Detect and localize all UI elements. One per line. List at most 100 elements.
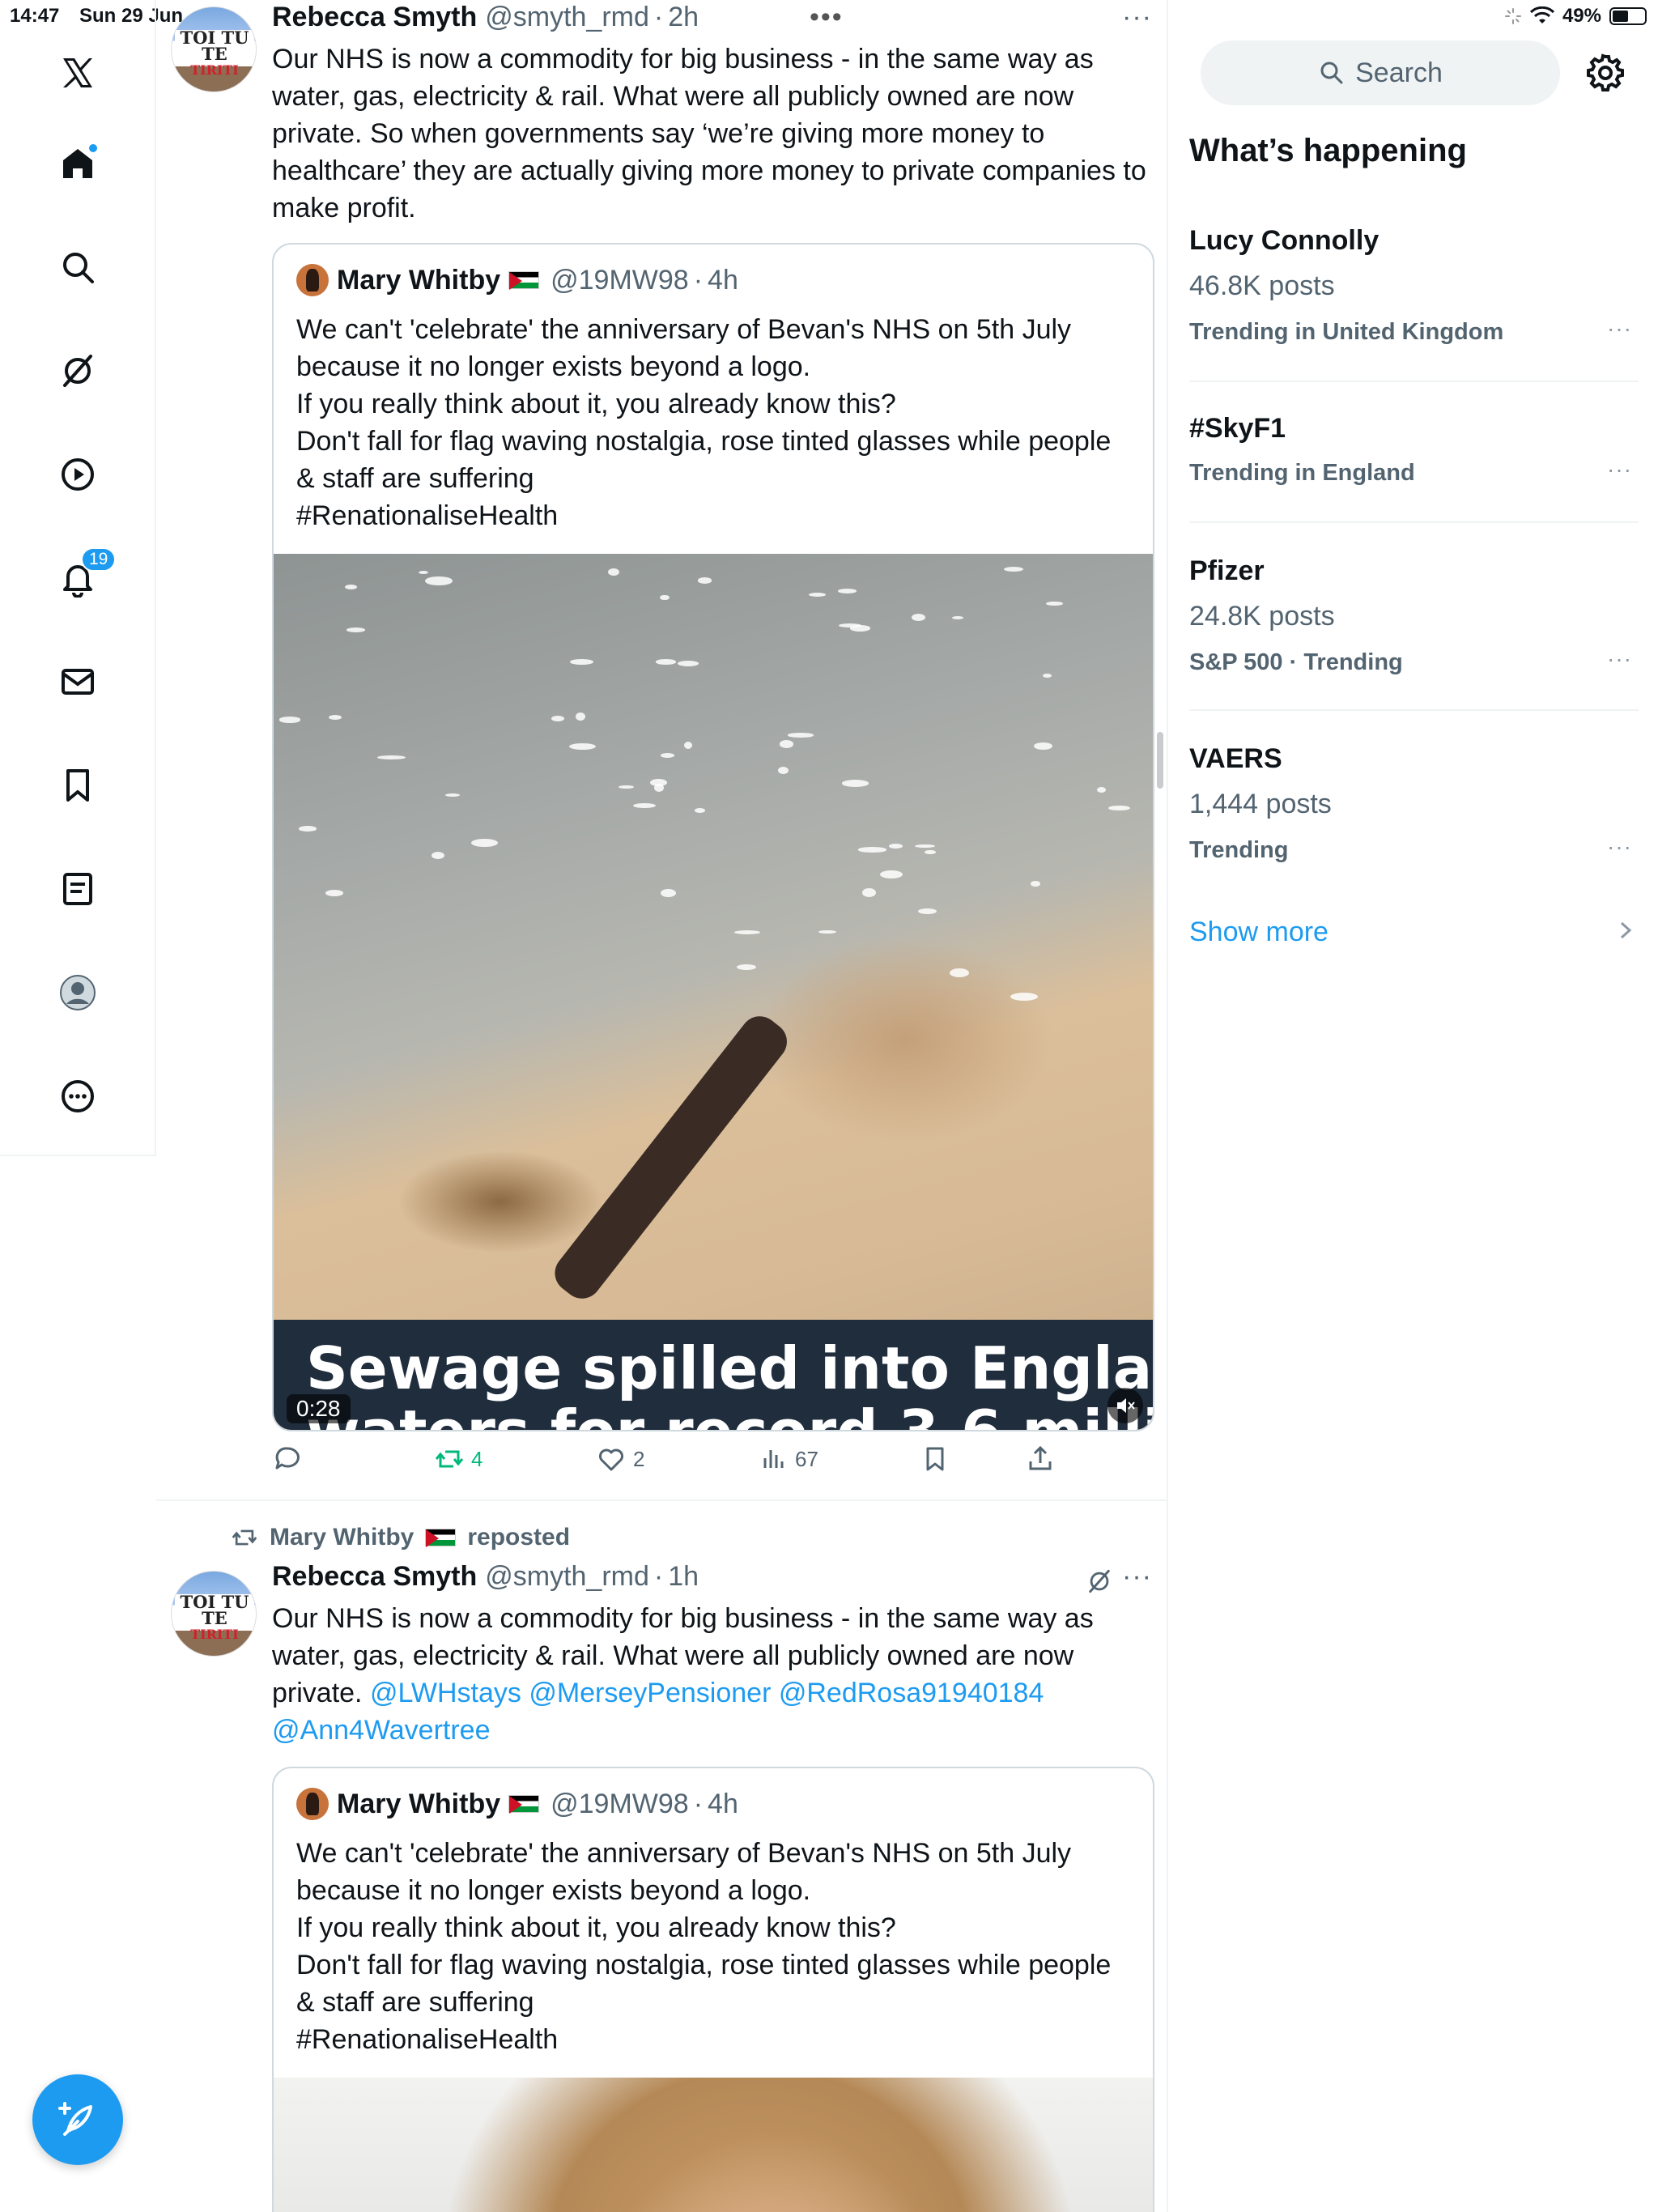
grok-icon[interactable] bbox=[1086, 1568, 1113, 1595]
tweet-more-icon[interactable]: ··· bbox=[1122, 1561, 1152, 1593]
notifications-icon[interactable]: 19 bbox=[53, 547, 117, 602]
trend-more-icon[interactable]: ··· bbox=[1607, 457, 1632, 483]
heart-icon bbox=[599, 1448, 623, 1471]
water-sparkle bbox=[575, 713, 585, 721]
water-sparkle bbox=[1108, 805, 1131, 811]
repost-context[interactable]: Mary Whitby reposted bbox=[231, 1524, 570, 1551]
quote-author-handle: @19MW98 bbox=[551, 1788, 689, 1819]
water-sparkle bbox=[656, 659, 676, 665]
author-avatar[interactable]: TOI TU TE TIRITI bbox=[171, 6, 257, 92]
water-sparkle bbox=[1010, 993, 1038, 1002]
mention-link[interactable]: @Ann4Wavertree bbox=[272, 1715, 490, 1746]
tweet-time[interactable]: 1h bbox=[668, 1561, 699, 1593]
search-box[interactable]: Search bbox=[1201, 40, 1560, 105]
gear-icon[interactable] bbox=[1584, 52, 1626, 94]
water-sparkle bbox=[734, 930, 761, 935]
messages-icon[interactable] bbox=[53, 657, 102, 706]
reply-button[interactable] bbox=[272, 1444, 309, 1474]
water-sparkle bbox=[737, 964, 757, 971]
bookmark-button[interactable] bbox=[920, 1444, 950, 1474]
trend-name: Lucy Connolly bbox=[1189, 225, 1380, 256]
trend-item-skyf1[interactable]: #SkyF1 Trending in England ··· bbox=[1189, 413, 1639, 502]
quote-image-portrait bbox=[274, 2078, 1153, 2212]
mention-link[interactable]: @MerseyPensioner bbox=[529, 1678, 771, 1708]
profile-icon[interactable] bbox=[53, 968, 102, 1017]
tweet-actions: 4 2 67 bbox=[272, 1444, 1154, 1484]
trend-context: Trending in England bbox=[1189, 460, 1415, 486]
lists-icon[interactable] bbox=[53, 865, 102, 913]
grok-icon[interactable] bbox=[53, 347, 102, 395]
quote-time: 4h bbox=[708, 264, 738, 296]
trend-item-vaers[interactable]: VAERS 1,444 posts Trending ··· bbox=[1189, 743, 1639, 873]
water-sparkle bbox=[1031, 881, 1040, 887]
water-sparkle bbox=[328, 715, 342, 721]
trend-more-icon[interactable]: ··· bbox=[1607, 834, 1632, 860]
right-sidebar: Search What’s happening Lucy Connolly 46… bbox=[1170, 0, 1658, 2212]
trend-context: S&P 500 · Trending bbox=[1189, 649, 1403, 675]
repost-button[interactable]: 4 bbox=[434, 1444, 483, 1474]
show-more-link[interactable]: Show more bbox=[1189, 917, 1329, 948]
author-handle[interactable]: @smyth_rmd bbox=[485, 2, 649, 33]
water-sparkle bbox=[1046, 601, 1063, 606]
mute-toggle-icon[interactable] bbox=[1107, 1388, 1143, 1423]
share-button[interactable] bbox=[1025, 1444, 1056, 1474]
water-sparkle bbox=[949, 968, 969, 978]
repost-icon bbox=[232, 1529, 257, 1546]
compose-post-button[interactable] bbox=[32, 2074, 123, 2165]
water-sparkle bbox=[841, 780, 869, 788]
more-icon[interactable] bbox=[53, 1072, 102, 1121]
trend-name: VAERS bbox=[1189, 743, 1282, 774]
water-sparkle bbox=[697, 577, 712, 584]
quote-text: We can't 'celebrate' the anniversary of … bbox=[296, 1838, 1112, 2055]
trend-more-icon[interactable]: ··· bbox=[1607, 316, 1632, 342]
tweet-more-icon[interactable]: ··· bbox=[1122, 2, 1152, 33]
mention-link[interactable]: @LWHstays bbox=[370, 1678, 521, 1708]
left-navigation: 19 bbox=[0, 0, 156, 1156]
reposted-by-name: Mary Whitby bbox=[270, 1524, 414, 1551]
quote-video[interactable]: Sewage spilled into England’s waters for… bbox=[274, 554, 1153, 1430]
views-button[interactable]: 67 bbox=[758, 1444, 818, 1474]
trend-post-count: 1,444 posts bbox=[1189, 789, 1332, 819]
home-icon[interactable] bbox=[53, 139, 102, 188]
x-logo-icon[interactable] bbox=[53, 49, 102, 97]
tweet-time[interactable]: 2h bbox=[668, 2, 699, 33]
water-sparkle bbox=[551, 716, 564, 721]
water-sparkle bbox=[633, 803, 656, 809]
water-sparkle bbox=[857, 847, 886, 853]
video-icon[interactable] bbox=[53, 450, 102, 499]
water-sparkle bbox=[788, 733, 814, 738]
bookmarks-icon[interactable] bbox=[53, 761, 102, 810]
timeline: TOI TU TE TIRITI Rebecca Smyth @smyth_rmd… bbox=[156, 0, 1168, 2212]
water-sparkle bbox=[325, 890, 344, 897]
trend-post-count: 24.8K posts bbox=[1189, 601, 1335, 632]
quoted-tweet[interactable]: Mary Whitby @19MW98 · 4h We can't 'celeb… bbox=[272, 1767, 1154, 2212]
trend-item-lucy-connolly[interactable]: Lucy Connolly 46.8K posts Trending in Un… bbox=[1189, 225, 1639, 355]
trend-more-icon[interactable]: ··· bbox=[1607, 646, 1632, 672]
like-button[interactable]: 2 bbox=[596, 1444, 644, 1474]
separator-dot: · bbox=[693, 1788, 704, 1819]
whats-happening-heading: What’s happening bbox=[1189, 133, 1467, 168]
author-name[interactable]: Rebecca Smyth bbox=[272, 2, 477, 33]
author-handle[interactable]: @smyth_rmd bbox=[485, 1561, 649, 1593]
quote-header: Mary Whitby @19MW98 · 4h bbox=[296, 264, 738, 296]
water-sparkle bbox=[279, 717, 300, 723]
video-frame-river bbox=[274, 554, 1153, 1430]
quoted-tweet[interactable]: Mary Whitby @19MW98 · 4h We can't 'celeb… bbox=[272, 243, 1154, 1431]
author-avatar[interactable]: TOI TU TE TIRITI bbox=[171, 1571, 257, 1657]
bookmark-icon bbox=[926, 1447, 944, 1471]
water-sparkle bbox=[470, 838, 498, 848]
water-sparkle bbox=[880, 870, 903, 878]
trend-item-pfizer[interactable]: Pfizer 24.8K posts S&P 500 · Trending ··… bbox=[1189, 555, 1639, 685]
trend-post-count: 46.8K posts bbox=[1189, 270, 1335, 301]
water-sparkle bbox=[911, 613, 925, 622]
water-sparkle bbox=[917, 908, 937, 915]
scroll-handle[interactable] bbox=[1157, 732, 1163, 789]
search-icon bbox=[1320, 62, 1343, 84]
separator-dot: · bbox=[653, 1561, 664, 1592]
mention-link[interactable]: @RedRosa91940184 bbox=[779, 1678, 1044, 1708]
quote-image[interactable] bbox=[274, 2078, 1153, 2212]
author-name[interactable]: Rebecca Smyth bbox=[272, 1561, 477, 1593]
trend-context: Trending in United Kingdom bbox=[1189, 319, 1504, 345]
water-sparkle bbox=[1004, 567, 1024, 572]
search-icon[interactable] bbox=[53, 243, 102, 291]
